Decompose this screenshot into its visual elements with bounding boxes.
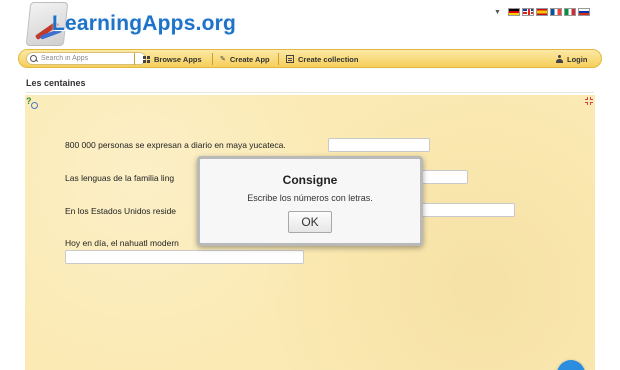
logo-text: LearningApps.org [52,12,237,35]
create-app-link[interactable]: ✎ Create App [220,53,270,65]
search-input[interactable] [41,55,141,62]
help-icon[interactable] [26,96,38,109]
pencil-icon: ✎ [220,56,226,63]
flag-fr-icon[interactable] [549,8,562,16]
navbar: Browse Apps ✎ Create App Create collecti… [18,49,602,68]
search-icon [30,54,38,63]
question-2-text: Las lenguas de la familia ling [65,173,175,183]
ok-button[interactable]: OK [288,211,332,233]
page: LearningApps.org ▼ Browse Apps ✎ Create … [0,0,620,370]
grid-icon [143,55,150,63]
nav-divider [278,53,279,65]
dialog-title: Consigne [282,173,338,187]
question-3-text: En los Estados Unidos reside [65,206,177,216]
collection-icon [286,55,294,63]
create-collection-label: Create collection [298,54,359,64]
nav-divider [212,53,213,65]
language-selector[interactable]: ▼ [494,7,590,17]
browse-apps-link[interactable]: Browse Apps [143,53,202,65]
question-4-answer-input[interactable] [65,250,304,264]
dialog-message: Escribe los números con letras. [247,193,373,203]
title-divider [26,92,594,93]
search-box[interactable] [26,52,146,65]
nav-divider [134,53,135,65]
flag-de-icon[interactable] [507,8,520,16]
browse-apps-label: Browse Apps [154,54,202,64]
app-title: Les centaines [26,78,86,88]
fullscreen-icon[interactable] [585,97,593,105]
logo[interactable]: LearningApps.org [25,2,236,46]
question-4-text: Hoy en día, el nahuatl modern [65,238,179,248]
flag-en-icon[interactable] [521,8,534,16]
question-1-text: 800 000 personas se expresan a diario en… [65,140,286,150]
login-label: Login [567,54,588,64]
flag-ru-icon[interactable] [577,8,590,16]
create-app-label: Create App [229,54,270,64]
create-collection-link[interactable]: Create collection [286,53,358,65]
instruction-dialog: Consigne Escribe los números con letras.… [197,156,423,246]
login-link[interactable]: Login [556,53,587,65]
flag-es-icon[interactable] [535,8,548,16]
chevron-down-icon[interactable]: ▼ [494,9,501,16]
flag-it-icon[interactable] [563,8,576,16]
question-1-answer-input[interactable] [328,138,430,152]
user-icon [556,55,563,63]
